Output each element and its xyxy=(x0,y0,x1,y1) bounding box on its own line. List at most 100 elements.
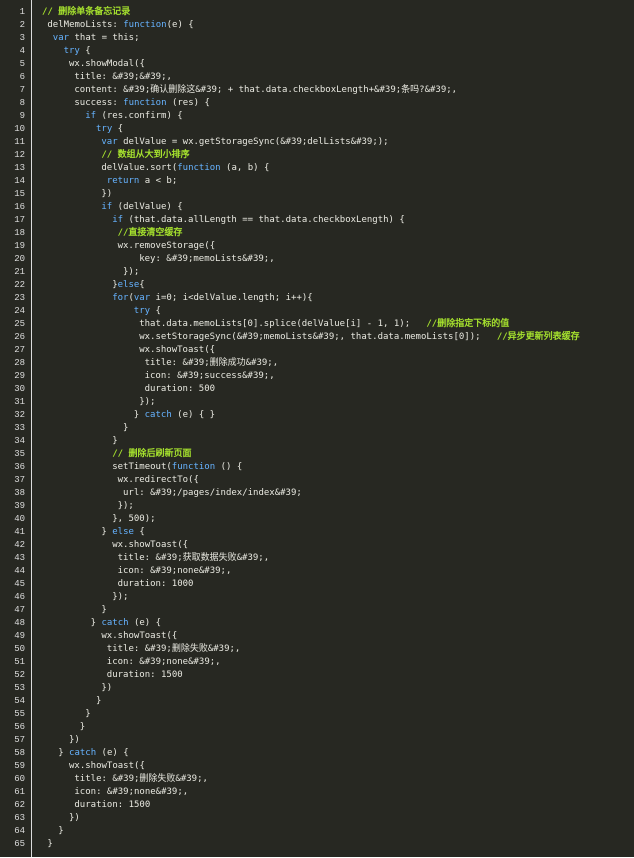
line-number: 49 xyxy=(14,631,25,641)
code-line[interactable]: duration: 500 xyxy=(145,383,215,396)
code-line[interactable]: icon: &#39;success&#39;, xyxy=(145,370,275,383)
code-line[interactable]: wx.showToast({ xyxy=(112,539,188,552)
code-text: }) xyxy=(101,189,113,199)
code-line[interactable]: }, 500); xyxy=(112,513,155,526)
code-line[interactable]: // 删除单条备忘记录 xyxy=(42,6,130,19)
code-line[interactable]: } xyxy=(112,435,117,448)
code-line[interactable]: title: &#39;删除失败&#39;, xyxy=(107,643,241,656)
code-line[interactable]: //直接清空缓存 xyxy=(118,227,183,240)
code-line[interactable]: } catch (e) { } xyxy=(134,409,215,422)
code-line[interactable]: var delValue = wx.getStorageSync(&#39;de… xyxy=(101,136,388,149)
code-keyword: function xyxy=(123,20,167,30)
code-line[interactable]: }) xyxy=(69,734,80,747)
code-line[interactable]: duration: 1000 xyxy=(118,578,194,591)
code-line[interactable]: // 删除后刷新页面 xyxy=(112,448,191,461)
code-line[interactable]: icon: &#39;none&#39;, xyxy=(74,786,188,799)
code-text: title: &#39;删除失败&#39;, xyxy=(106,644,241,654)
code-line[interactable]: wx.showToast({ xyxy=(101,630,177,643)
code-line[interactable]: delMemoLists: function(e) { xyxy=(47,19,193,32)
code-line[interactable]: return a < b; xyxy=(107,175,177,188)
code-line[interactable]: } else { xyxy=(101,526,144,539)
code-line[interactable]: }) xyxy=(69,812,80,825)
code-line[interactable]: title: &#39;删除失败&#39;, xyxy=(74,773,208,786)
line-number: 53 xyxy=(14,683,25,693)
code-text: icon: &#39;none&#39;, xyxy=(117,566,232,576)
code-line[interactable]: icon: &#39;none&#39;, xyxy=(118,565,232,578)
code-line[interactable]: } xyxy=(85,708,90,721)
code-keyword: if xyxy=(112,215,124,225)
code-line[interactable]: that.data.memoLists[0].splice(delValue[i… xyxy=(139,318,509,331)
code-text: icon: &#39;none&#39;, xyxy=(106,657,221,667)
code-line[interactable]: delValue.sort(function (a, b) { xyxy=(101,162,269,175)
code-text: title: &#39;删除失败&#39;, xyxy=(74,774,208,784)
code-text: duration: 500 xyxy=(144,384,216,394)
code-line[interactable]: } xyxy=(80,721,85,734)
code-line[interactable]: url: &#39;/pages/index/index&#39; xyxy=(123,487,302,500)
code-line[interactable]: } catch (e) { xyxy=(58,747,128,760)
code-comment: //异步更新列表缓存 xyxy=(496,332,580,342)
code-text: } xyxy=(58,748,70,758)
code-text: wx.showToast({ xyxy=(139,345,216,355)
code-line[interactable]: title: &#39;获取数据失败&#39;, xyxy=(118,552,270,565)
code-keyword: return xyxy=(106,176,140,186)
code-line[interactable]: } xyxy=(47,838,52,851)
code-keyword: for xyxy=(112,293,129,303)
code-line[interactable]: } xyxy=(58,825,63,838)
code-line[interactable]: wx.setStorageSync(&#39;memoLists&#39;, t… xyxy=(139,331,579,344)
code-text: }); xyxy=(112,592,129,602)
code-line[interactable]: }) xyxy=(101,682,112,695)
code-line[interactable]: wx.removeStorage({ xyxy=(118,240,216,253)
code-line[interactable]: duration: 1500 xyxy=(107,669,183,682)
line-number: 51 xyxy=(14,657,25,667)
code-line[interactable]: } xyxy=(101,604,106,617)
code-text: { xyxy=(112,124,124,134)
line-number: 23 xyxy=(14,293,25,303)
code-line[interactable]: }); xyxy=(118,266,139,279)
code-text: i=0; i<delValue.length; i++){ xyxy=(150,293,313,303)
code-line[interactable]: }); xyxy=(139,396,155,409)
code-line[interactable]: }else{ xyxy=(112,279,145,292)
code-text: { xyxy=(133,527,145,537)
code-line[interactable]: wx.showModal({ xyxy=(69,58,145,71)
code-keyword: try xyxy=(63,46,80,56)
code-text: title: &#39;获取数据失败&#39;, xyxy=(117,553,270,563)
code-line[interactable]: } xyxy=(123,422,128,435)
code-keyword: function xyxy=(171,462,216,472)
code-line[interactable]: setTimeout(function () { xyxy=(112,461,242,474)
code-line[interactable]: } xyxy=(96,695,101,708)
line-number: 33 xyxy=(14,423,25,433)
code-line[interactable]: wx.showToast({ xyxy=(139,344,215,357)
code-line[interactable]: try { xyxy=(134,305,161,318)
code-line[interactable]: duration: 1500 xyxy=(74,799,150,812)
code-line[interactable]: for(var i=0; i<delValue.length; i++){ xyxy=(112,292,313,305)
code-line[interactable]: wx.redirectTo({ xyxy=(118,474,199,487)
code-keyword: else xyxy=(112,527,134,537)
code-text: wx.showToast({ xyxy=(112,540,189,550)
code-line[interactable]: try { xyxy=(96,123,123,136)
code-line[interactable]: content: &#39;确认删除这&#39; + that.data.che… xyxy=(74,84,457,97)
code-line[interactable]: icon: &#39;none&#39;, xyxy=(107,656,221,669)
code-editor[interactable]: 1 2 3 4 5 6 7 8 9 10 11 12 13 14 15 16 17 18 19 20 21 22 23 24 2… xyxy=(0,0,634,857)
line-number: 26 xyxy=(14,332,25,342)
code-keyword: else xyxy=(117,280,140,290)
code-line[interactable]: if (res.confirm) { xyxy=(85,110,183,123)
code-line[interactable]: }); xyxy=(112,591,128,604)
line-number: 54 xyxy=(14,696,25,706)
code-line[interactable]: }); xyxy=(118,500,134,513)
line-number: 61 xyxy=(14,787,25,797)
code-line[interactable]: // 数组从大到小排序 xyxy=(101,149,189,162)
code-line[interactable]: }) xyxy=(101,188,112,201)
code-line[interactable]: if (that.data.allLength == that.data.che… xyxy=(112,214,405,227)
code-line[interactable]: title: &#39;删除成功&#39;, xyxy=(145,357,279,370)
code-line[interactable]: var that = this; xyxy=(53,32,140,45)
line-number: 36 xyxy=(14,462,25,472)
code-line[interactable]: success: function (res) { xyxy=(74,97,210,110)
code-line[interactable]: key: &#39;memoLists&#39;, xyxy=(139,253,274,266)
code-line[interactable]: } catch (e) { xyxy=(91,617,161,630)
code-line[interactable]: title: &#39;&#39;, xyxy=(74,71,172,84)
line-number: 39 xyxy=(14,501,25,511)
code-line[interactable]: if (delValue) { xyxy=(101,201,182,214)
code-line[interactable]: wx.showToast({ xyxy=(69,760,145,773)
code-text: wx.setStorageSync(&#39;memoLists&#39;, t… xyxy=(139,332,497,342)
code-line[interactable]: try { xyxy=(64,45,91,58)
